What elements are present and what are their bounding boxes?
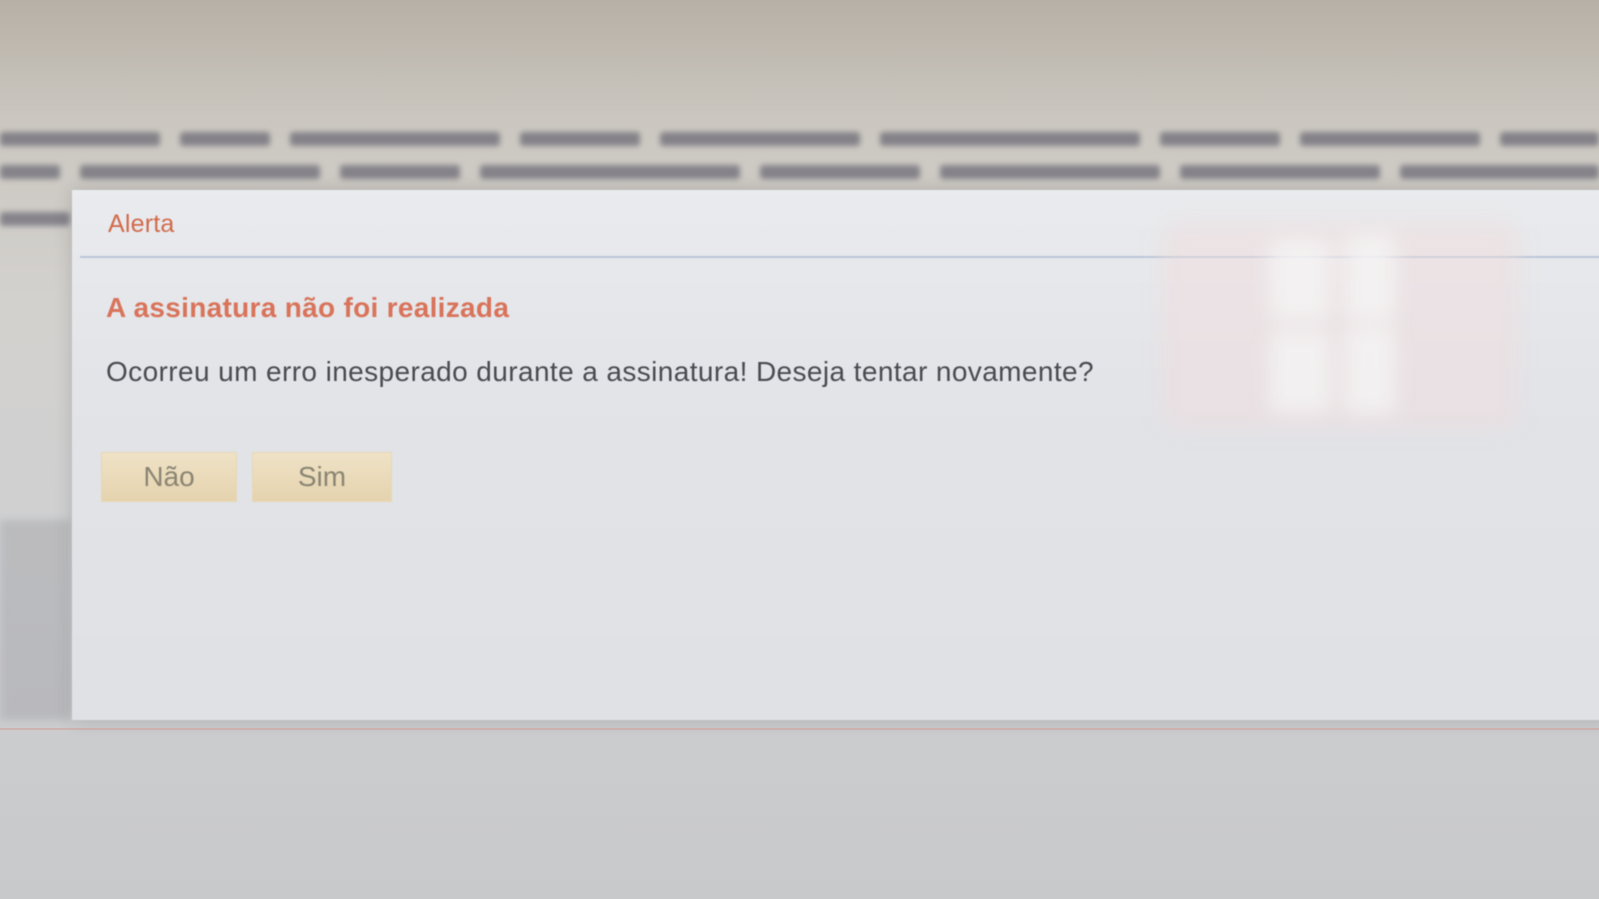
dialog-heading: A assinatura não foi realizada (106, 292, 510, 323)
screen: Alerta A assinatura não foi realizada Oc… (0, 0, 1599, 899)
page-divider (0, 728, 1599, 730)
background-text-line (0, 132, 1599, 146)
dialog-message: Ocorreu um erro inesperado durante a ass… (106, 356, 1094, 387)
no-button[interactable]: Não (101, 452, 237, 502)
yes-button[interactable]: Sim (252, 452, 392, 502)
backdrop-shadow (0, 520, 70, 720)
screen-glare (1160, 220, 1520, 430)
dialog-title: Alerta (108, 210, 175, 238)
background-text-line (0, 165, 1599, 179)
